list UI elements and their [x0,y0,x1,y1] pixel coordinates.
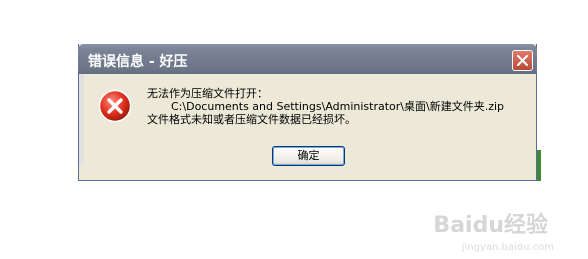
error-message: 无法作为压缩文件打开： C:\Documents and Settings\Ad… [147,87,504,126]
error-icon [98,89,132,123]
message-line1: 无法作为压缩文件打开： [147,87,268,100]
dialog-titlebar[interactable]: 错误信息 - 好压 [78,44,537,74]
close-icon [517,55,528,66]
ok-button[interactable]: 确定 [272,146,345,166]
dialog-title: 错误信息 - 好压 [88,54,188,70]
desktop-background [537,150,541,181]
watermark-logo: Baidu经验 [433,213,548,238]
background-window-edge [79,74,84,164]
close-button[interactable] [512,50,533,71]
message-path: C:\Documents and Settings\Administrator\… [171,100,505,113]
error-dialog: 错误信息 - 好压 无法作为压缩文件打开： C:\Documents and S… [78,44,537,181]
watermark-url: jingyan.baidu.com [461,242,554,253]
message-line3: 文件格式未知或者压缩文件数据已经损坏。 [147,113,356,126]
